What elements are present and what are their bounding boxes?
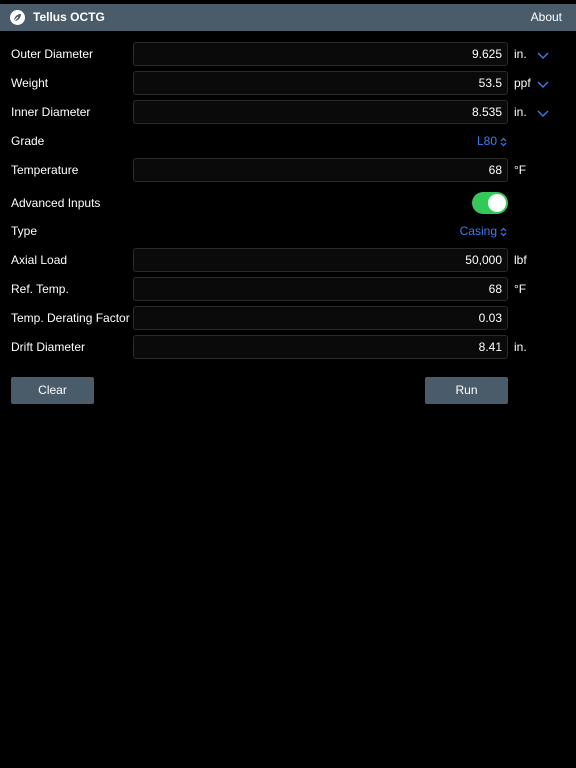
toggle-knob bbox=[488, 194, 506, 212]
type-row: Type Casing bbox=[0, 219, 576, 243]
navigation-bar: Tellus OCTG About bbox=[0, 4, 576, 31]
leaf-icon bbox=[10, 10, 25, 25]
inner-diameter-unit: in. bbox=[514, 105, 527, 119]
outer-diameter-unit: in. bbox=[514, 47, 527, 61]
outer-diameter-input[interactable]: 9.625 bbox=[133, 42, 508, 66]
drift-diameter-row: Drift Diameter 8.41 in. bbox=[0, 335, 576, 359]
outer-diameter-label: Outer Diameter bbox=[11, 47, 94, 61]
weight-row: Weight 53.5 ppf bbox=[0, 71, 576, 95]
drift-diameter-input[interactable]: 8.41 bbox=[133, 335, 508, 359]
up-down-chevron-icon bbox=[500, 227, 507, 237]
grade-value: L80 bbox=[476, 134, 497, 148]
drift-diameter-unit: in. bbox=[514, 340, 527, 354]
weight-unit: ppf bbox=[514, 76, 531, 90]
temperature-input[interactable]: 68 bbox=[133, 158, 508, 182]
advanced-inputs-row: Advanced Inputs bbox=[0, 191, 576, 215]
axial-load-row: Axial Load 50,000 lbf bbox=[0, 248, 576, 272]
advanced-inputs-label: Advanced Inputs bbox=[11, 196, 101, 210]
ref-temp-unit: °F bbox=[514, 282, 527, 296]
ref-temp-label: Ref. Temp. bbox=[11, 282, 69, 296]
inner-diameter-input[interactable]: 8.535 bbox=[133, 100, 508, 124]
run-button[interactable]: Run bbox=[425, 377, 508, 404]
inner-diameter-label: Inner Diameter bbox=[11, 105, 91, 119]
temp-derating-factor-label: Temp. Derating Factor bbox=[11, 311, 130, 325]
grade-picker[interactable]: L80 bbox=[477, 129, 507, 153]
chevron-down-icon[interactable] bbox=[537, 108, 549, 118]
weight-label: Weight bbox=[11, 76, 49, 90]
clear-button[interactable]: Clear bbox=[11, 377, 94, 404]
temperature-row: Temperature 68 °F bbox=[0, 158, 576, 182]
type-value: Casing bbox=[459, 224, 497, 238]
axial-load-label: Axial Load bbox=[11, 253, 68, 267]
drift-diameter-label: Drift Diameter bbox=[11, 340, 86, 354]
app-title: Tellus OCTG bbox=[33, 10, 105, 24]
temp-derating-factor-row: Temp. Derating Factor 0.03 bbox=[0, 306, 576, 330]
inner-diameter-row: Inner Diameter 8.535 in. bbox=[0, 100, 576, 124]
axial-load-input[interactable]: 50,000 bbox=[133, 248, 508, 272]
ref-temp-input[interactable]: 68 bbox=[133, 277, 508, 301]
up-down-chevron-icon bbox=[500, 137, 507, 147]
advanced-inputs-toggle[interactable] bbox=[472, 192, 508, 214]
weight-input[interactable]: 53.5 bbox=[133, 71, 508, 95]
grade-row: Grade L80 bbox=[0, 129, 576, 153]
ref-temp-row: Ref. Temp. 68 °F bbox=[0, 277, 576, 301]
grade-label: Grade bbox=[11, 134, 45, 148]
about-button[interactable]: About bbox=[531, 10, 562, 25]
chevron-down-icon[interactable] bbox=[537, 79, 549, 89]
temperature-unit: °F bbox=[514, 163, 527, 177]
type-label: Type bbox=[11, 224, 38, 238]
temperature-label: Temperature bbox=[11, 163, 79, 177]
type-picker[interactable]: Casing bbox=[460, 219, 507, 243]
chevron-down-icon[interactable] bbox=[537, 50, 549, 60]
temp-derating-factor-input[interactable]: 0.03 bbox=[133, 306, 508, 330]
axial-load-unit: lbf bbox=[514, 253, 527, 267]
outer-diameter-row: Outer Diameter 9.625 in. bbox=[0, 42, 576, 66]
